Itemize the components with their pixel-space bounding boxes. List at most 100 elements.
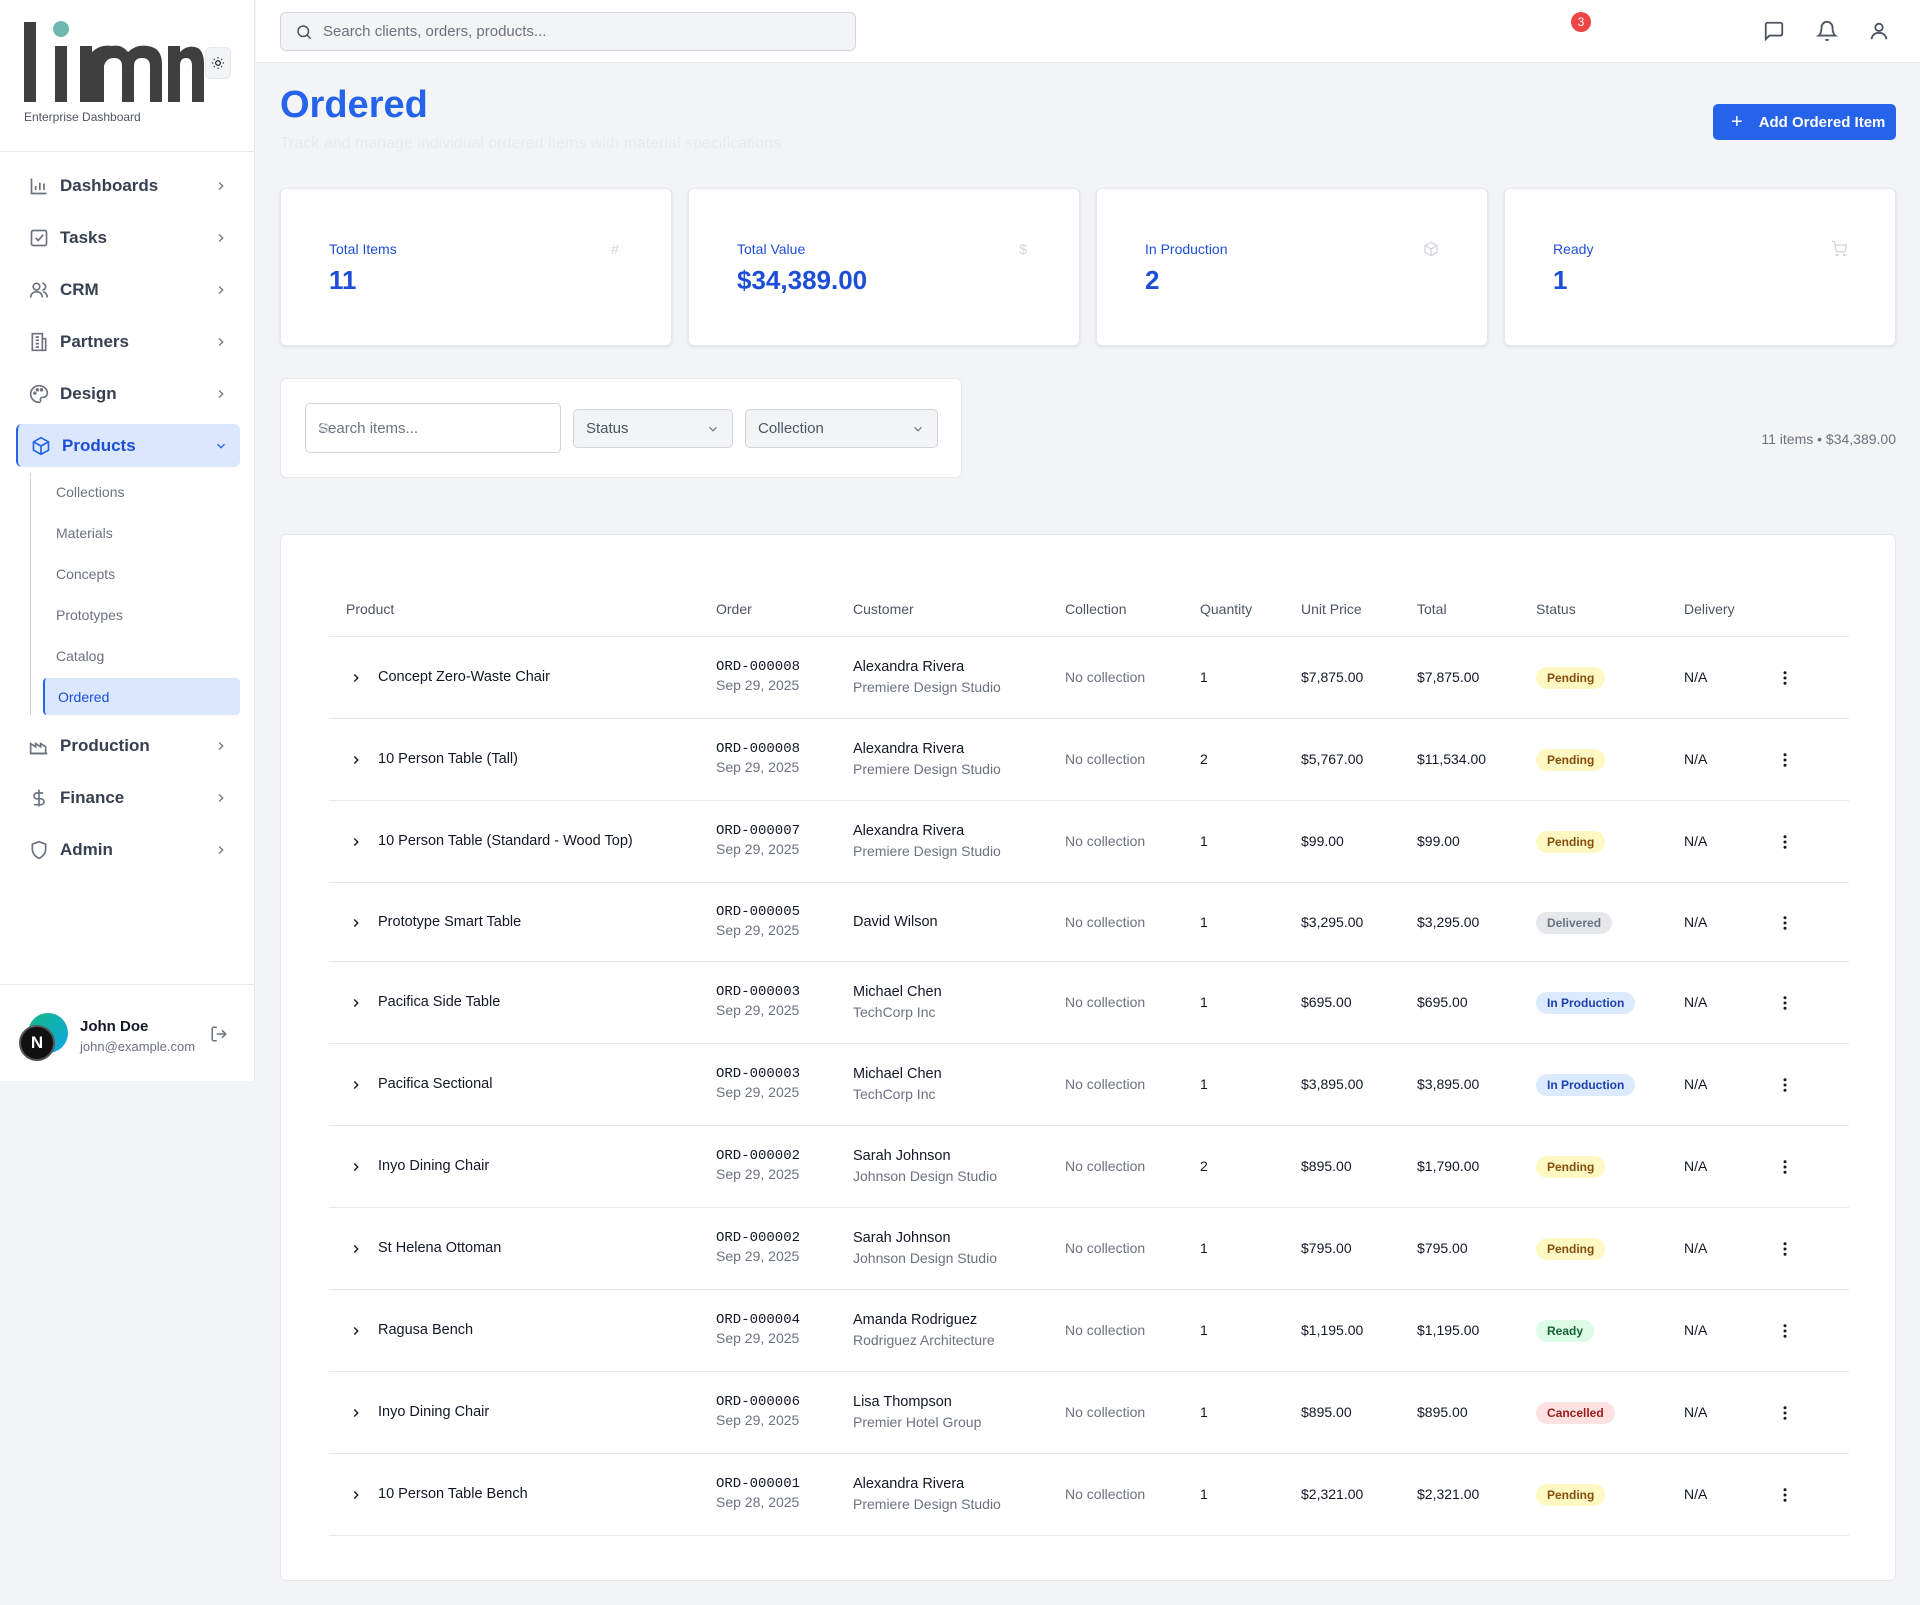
more-vertical-icon[interactable] xyxy=(1776,1076,1794,1094)
chevron-right-icon[interactable] xyxy=(349,1242,363,1256)
order-number: ORD-000008 xyxy=(716,741,801,757)
chevron-right-icon[interactable] xyxy=(349,1078,363,1092)
table-row[interactable]: Pacifica Sectional ORD-000003 Sep 29, 2025… xyxy=(329,1044,1849,1126)
column-header-total[interactable]: Total xyxy=(1417,601,1447,617)
chevron-right-icon[interactable] xyxy=(349,1324,363,1338)
column-header-collection[interactable]: Collection xyxy=(1065,601,1126,617)
chevron-right-icon[interactable] xyxy=(349,1160,363,1174)
sidebar-item-partners[interactable]: Partners xyxy=(16,320,240,363)
sidebar-subitem-collections[interactable]: Collections xyxy=(45,473,240,510)
status-badge: Ready xyxy=(1536,1320,1595,1342)
message-icon[interactable] xyxy=(1763,20,1785,42)
sidebar-subitem-concepts[interactable]: Concepts xyxy=(45,555,240,592)
order-date: Sep 29, 2025 xyxy=(716,841,800,857)
quantity-value: 1 xyxy=(1200,1486,1208,1502)
status-badge: In Production xyxy=(1536,1074,1636,1096)
item-search[interactable] xyxy=(305,403,561,453)
logout-icon[interactable] xyxy=(210,1025,228,1043)
stat-value: 11 xyxy=(329,265,357,295)
sidebar-item-finance[interactable]: Finance xyxy=(16,776,240,819)
chevron-right-icon[interactable] xyxy=(349,996,363,1010)
chevron-right-icon[interactable] xyxy=(349,671,363,685)
table-row[interactable]: 10 Person Table Bench ORD-000001 Sep 28, 2… xyxy=(329,1454,1849,1536)
sidebar-item-crm[interactable]: CRM xyxy=(16,268,240,311)
table-row[interactable]: Inyo Dining Chair ORD-000002 Sep 29, 2025 S… xyxy=(329,1126,1849,1208)
chevron-right-icon[interactable] xyxy=(349,916,363,930)
total-value: $7,875.00 xyxy=(1417,669,1480,685)
ordered-items-table: Product Order Customer Collection Quanti… xyxy=(280,534,1896,1581)
delivery-value: N/A xyxy=(1684,669,1708,685)
sidebar-subitem-materials[interactable]: Materials xyxy=(45,514,240,551)
avatar-initial[interactable]: N xyxy=(19,1025,55,1061)
theme-toggle-button[interactable] xyxy=(205,47,231,79)
more-vertical-icon[interactable] xyxy=(1776,1486,1794,1504)
table-row[interactable]: Ragusa Bench ORD-000004 Sep 29, 2025 Amanda… xyxy=(329,1290,1849,1372)
global-search-input[interactable] xyxy=(323,23,823,40)
collection-value: No collection xyxy=(1065,1240,1146,1256)
delivery-value: N/A xyxy=(1684,913,1708,930)
more-vertical-icon[interactable] xyxy=(1776,1158,1794,1176)
more-vertical-icon[interactable] xyxy=(1776,833,1794,851)
more-vertical-icon[interactable] xyxy=(1776,751,1794,769)
shield-icon xyxy=(28,839,50,861)
column-header-product[interactable]: Product xyxy=(346,601,394,617)
total-value: $3,895.00 xyxy=(1417,1076,1480,1092)
bell-icon[interactable] xyxy=(1816,20,1838,42)
table-row[interactable]: Pacifica Side Table ORD-000003 Sep 29, 202… xyxy=(329,962,1849,1044)
sidebar-item-production[interactable]: Production xyxy=(16,724,240,767)
sidebar-subitem-prototypes[interactable]: Prototypes xyxy=(45,596,240,633)
sidebar-item-design[interactable]: Design xyxy=(16,372,240,415)
user-icon[interactable] xyxy=(1868,20,1890,42)
stat-label: Total Value xyxy=(737,241,806,257)
stat-label: In Production xyxy=(1145,241,1228,257)
more-vertical-icon[interactable] xyxy=(1776,914,1794,932)
chevron-right-icon[interactable] xyxy=(349,1488,363,1502)
sidebar-item-products[interactable]: Products xyxy=(16,424,240,467)
global-search[interactable] xyxy=(280,12,856,51)
product-name: 10 Person Table (Standard - Wood Top) xyxy=(378,833,633,849)
customer-name: Lisa Thompson xyxy=(853,1394,952,1410)
sidebar-item-admin[interactable]: Admin xyxy=(16,828,240,871)
table-row[interactable]: St Helena Ottoman ORD-000002 Sep 29, 2025 S… xyxy=(329,1208,1849,1290)
table-row[interactable]: Concept Zero-Waste Chair ORD-000008 Sep 29… xyxy=(329,637,1849,719)
product-name: Ragusa Bench xyxy=(378,1322,474,1338)
column-header-delivery[interactable]: Delivery xyxy=(1684,601,1735,617)
customer-company: Premiere Design Studio xyxy=(853,843,1001,859)
column-header-quantity[interactable]: Quantity xyxy=(1200,601,1252,617)
chevron-right-icon[interactable] xyxy=(349,835,363,849)
table-row[interactable]: Inyo Dining Chair ORD-000006 Sep 29, 2025 L… xyxy=(329,1372,1849,1454)
column-header-status[interactable]: Status xyxy=(1536,601,1576,617)
add-button-label: Add Ordered Item xyxy=(1758,113,1886,131)
table-row[interactable]: 10 Person Table (Standard - Wood Top) ORD… xyxy=(329,801,1849,883)
collection-value: No collection xyxy=(1065,913,1146,930)
chevron-right-icon[interactable] xyxy=(349,1406,363,1420)
collection-select[interactable]: Collection xyxy=(745,409,938,448)
table-row[interactable]: 10 Person Table (Tall) ORD-000008 Sep 29, … xyxy=(329,719,1849,801)
sidebar-subitem-ordered[interactable]: Ordered xyxy=(43,678,240,715)
add-ordered-item-button[interactable]: + Add Ordered Item xyxy=(1713,104,1896,140)
table-row[interactable]: Prototype Smart Table ORD-000005 Sep 29, 2… xyxy=(329,883,1849,962)
unit-price-value: $2,321.00 xyxy=(1301,1486,1364,1502)
user-name: John Doe xyxy=(80,1018,149,1035)
item-search-input[interactable] xyxy=(318,419,538,437)
order-number: ORD-000001 xyxy=(716,1476,801,1492)
sidebar-item-dashboards[interactable]: Dashboards xyxy=(16,164,240,207)
more-vertical-icon[interactable] xyxy=(1776,1322,1794,1340)
more-vertical-icon[interactable] xyxy=(1776,669,1794,687)
chevron-down-icon xyxy=(914,426,922,432)
column-header-customer[interactable]: Customer xyxy=(853,601,914,617)
more-vertical-icon[interactable] xyxy=(1776,1404,1794,1422)
status-badge: Delivered xyxy=(1536,911,1613,934)
limn-logo[interactable] xyxy=(22,20,204,104)
dollar-icon: $ xyxy=(1019,241,1027,257)
customer-name: Sarah Johnson xyxy=(853,1148,951,1164)
sidebar-subitem-catalog[interactable]: Catalog xyxy=(45,637,240,674)
sidebar-item-tasks[interactable]: Tasks xyxy=(16,216,240,259)
more-vertical-icon[interactable] xyxy=(1776,994,1794,1012)
chevron-right-icon[interactable] xyxy=(349,753,363,767)
column-header-unit-price[interactable]: Unit Price xyxy=(1301,601,1362,617)
column-header-order[interactable]: Order xyxy=(716,601,752,617)
status-select[interactable]: Status xyxy=(573,409,733,448)
more-vertical-icon[interactable] xyxy=(1776,1240,1794,1258)
topbar: 3 xyxy=(256,0,1920,63)
